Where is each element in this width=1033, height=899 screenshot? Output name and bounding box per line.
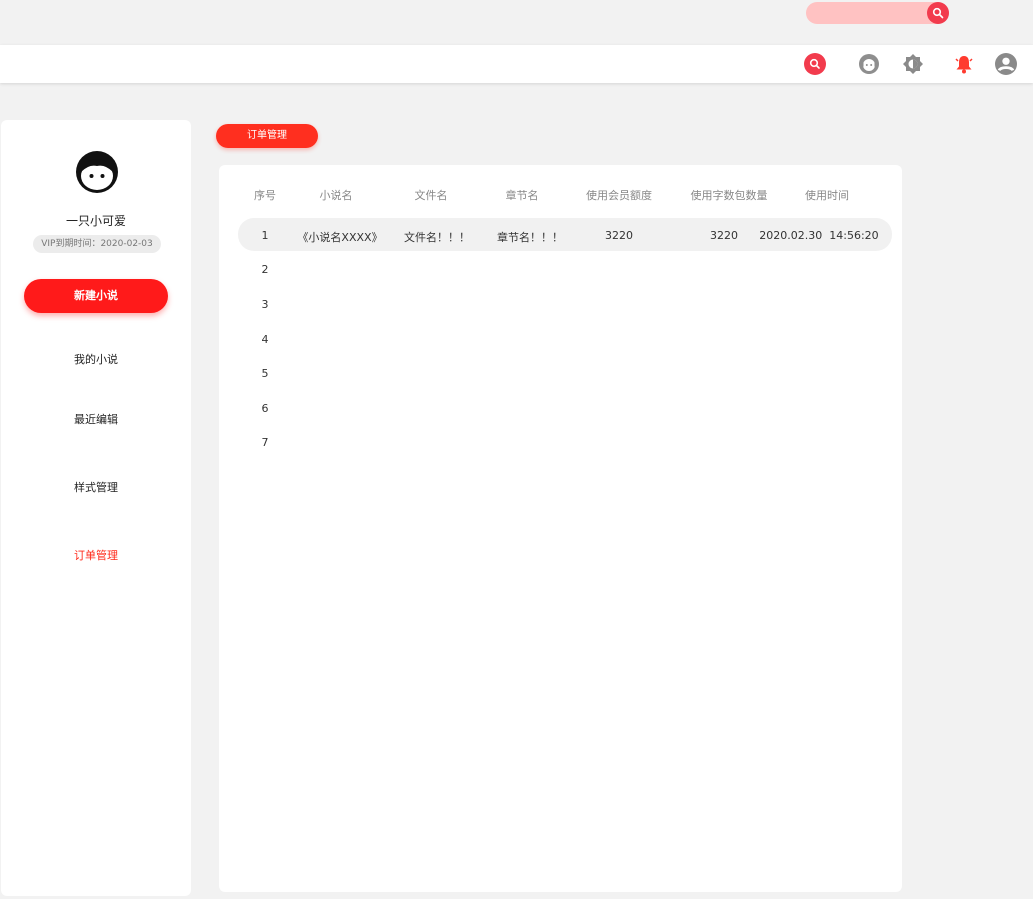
order-table: 序号 小说名 文件名 章节名 使用会员额度 使用字数包数量 使用时间 1 《小说… (219, 165, 902, 892)
username: 一只小可爱 (65, 214, 126, 228)
cell-word-pack: 3220 (710, 229, 738, 242)
theme-icon[interactable] (902, 53, 924, 75)
top-search-bar[interactable] (806, 2, 949, 24)
cell-chapter: 章节名！！！ (497, 231, 563, 244)
header-bar (0, 45, 1033, 83)
table-row[interactable]: 5 (262, 367, 269, 380)
column-header-file: 文件名 (414, 189, 448, 202)
bell-icon[interactable] (953, 53, 975, 75)
sidebar-item-recent-edits[interactable]: 最近编辑 (1, 411, 191, 427)
support-icon[interactable] (858, 53, 880, 75)
search-icon[interactable] (804, 53, 826, 75)
column-header-word-pack: 使用字数包数量 (690, 189, 768, 202)
cell-file: 文件名！！！ (404, 231, 470, 244)
cell-time: 2020.02.30 14:56:20 (759, 229, 879, 242)
table-row[interactable]: 7 (262, 436, 269, 449)
column-header-time: 使用时间 (805, 189, 849, 202)
column-header-novel: 小说名 (319, 189, 353, 202)
cell-index: 1 (261, 229, 269, 242)
sidebar-item-order-management[interactable]: 订单管理 (1, 547, 191, 563)
column-header-chapter: 章节名 (505, 189, 539, 202)
cell-vip-quota: 3220 (605, 229, 633, 242)
sidebar-item-style-management[interactable]: 样式管理 (1, 479, 191, 495)
table-row[interactable]: 4 (262, 333, 269, 346)
vip-expiry-badge: VIP到期时间：2020-02-03 (33, 235, 161, 253)
table-row[interactable]: 6 (262, 402, 269, 415)
sidebar: 一只小可爱 VIP到期时间：2020-02-03 新建小说 我的小说 最近编辑 … (1, 120, 191, 896)
column-header-index: 序号 (254, 189, 276, 202)
search-icon[interactable] (927, 2, 949, 24)
new-novel-button[interactable]: 新建小说 (24, 279, 168, 313)
avatar[interactable] (75, 150, 119, 194)
page-title: 订单管理 (216, 124, 318, 148)
sidebar-item-my-novels[interactable]: 我的小说 (1, 351, 191, 367)
account-icon[interactable] (995, 53, 1017, 75)
table-row[interactable]: 2 (262, 263, 269, 276)
cell-novel: 《小说名XXXX》 (297, 231, 383, 244)
column-header-vip-quota: 使用会员额度 (586, 189, 652, 202)
table-row[interactable]: 3 (262, 298, 269, 311)
